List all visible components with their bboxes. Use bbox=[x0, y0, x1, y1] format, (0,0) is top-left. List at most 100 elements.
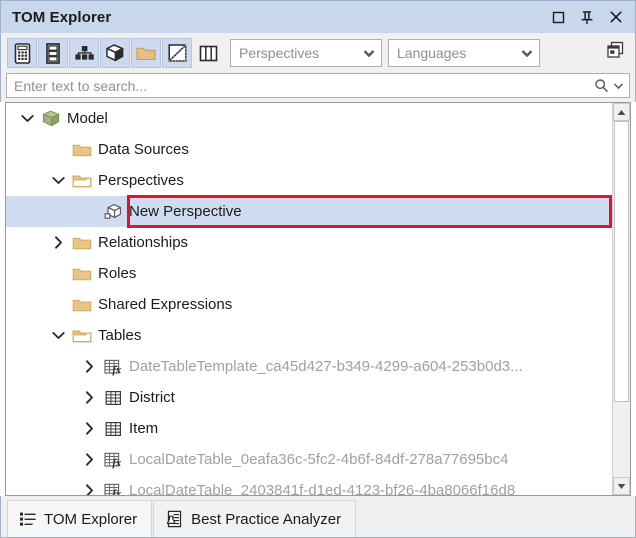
perspectives-button[interactable] bbox=[100, 38, 130, 68]
svg-text:fx: fx bbox=[112, 458, 121, 469]
expand-toggle-collapsed[interactable] bbox=[78, 413, 100, 444]
expand-toggle-collapsed[interactable] bbox=[78, 444, 100, 475]
calc-table-icon: fx bbox=[103, 482, 124, 496]
tree-item[interactable]: Tables bbox=[6, 320, 612, 351]
expand-toggle-collapsed[interactable] bbox=[78, 382, 100, 413]
tree-item[interactable]: fx DateTableTemplate_ca45d427-b349-4299-… bbox=[6, 351, 612, 382]
tree-item-label: Relationships bbox=[95, 234, 188, 251]
collapse-all-button[interactable] bbox=[601, 39, 629, 67]
tree-item[interactable]: Model bbox=[6, 103, 612, 134]
tree-item-icon: fx bbox=[100, 444, 126, 475]
svg-text:fx: fx bbox=[112, 489, 121, 495]
float-button[interactable] bbox=[545, 5, 571, 29]
perspectives-dropdown[interactable]: Perspectives bbox=[230, 39, 382, 67]
list-tree-icon bbox=[19, 511, 37, 527]
folders-button[interactable] bbox=[131, 38, 161, 68]
tree-item[interactable]: fx LocalDateTable_2403841f-d1ed-4123-bf2… bbox=[6, 475, 612, 495]
chevron-down-icon bbox=[21, 114, 34, 123]
scrollbar-track[interactable] bbox=[613, 121, 630, 477]
tab-label: TOM Explorer bbox=[44, 511, 137, 528]
tree-item-label: DateTableTemplate_ca45d427-b349-4299-a60… bbox=[126, 358, 523, 375]
tree-item-icon bbox=[100, 413, 126, 444]
tree-item[interactable]: Perspectives bbox=[6, 165, 612, 196]
scroll-up-button[interactable] bbox=[613, 103, 630, 121]
expand-toggle-expanded[interactable] bbox=[16, 103, 38, 134]
chevron-right-icon bbox=[85, 484, 94, 495]
tree-item-label: Model bbox=[64, 110, 108, 127]
expand-toggle-collapsed[interactable] bbox=[78, 351, 100, 382]
hierarchies-button[interactable] bbox=[69, 38, 99, 68]
tree-item-label: Tables bbox=[95, 327, 141, 344]
hidden-objects-button[interactable] bbox=[162, 38, 192, 68]
tree-item-icon bbox=[100, 196, 126, 227]
tree-panel: Model Data Sources Perspectives New Pers… bbox=[5, 102, 631, 496]
windows-overlap-icon bbox=[606, 41, 625, 65]
expand-toggle-collapsed[interactable] bbox=[47, 227, 69, 258]
folder-closed-icon bbox=[72, 235, 92, 251]
search-box[interactable] bbox=[6, 73, 630, 98]
tree-item[interactable]: District bbox=[6, 382, 612, 413]
scrollbar-thumb[interactable] bbox=[614, 121, 629, 402]
analyzer-icon bbox=[165, 510, 184, 528]
tree-item-label: District bbox=[126, 389, 175, 406]
chevron-right-icon bbox=[85, 422, 94, 435]
columns-icon bbox=[198, 44, 219, 63]
toolbar: Perspectives Languages bbox=[0, 33, 636, 73]
chevron-down-icon bbox=[52, 176, 65, 185]
tree-item[interactable]: Relationships bbox=[6, 227, 612, 258]
expand-toggle-spacer bbox=[47, 258, 69, 289]
table-icon bbox=[104, 420, 123, 438]
scroll-down-button[interactable] bbox=[613, 477, 630, 495]
tree-item[interactable]: fx LocalDateTable_0eafa36c-5fc2-4b6f-84d… bbox=[6, 444, 612, 475]
expand-toggle-expanded[interactable] bbox=[47, 320, 69, 351]
perspective-icon bbox=[103, 202, 124, 222]
table-rows-icon bbox=[44, 43, 62, 64]
tab-icon bbox=[19, 511, 37, 527]
search-icon[interactable] bbox=[591, 78, 611, 93]
search-input[interactable] bbox=[14, 78, 591, 94]
tree-item-icon bbox=[69, 320, 95, 351]
vertical-scrollbar[interactable] bbox=[612, 103, 630, 495]
table-icon bbox=[104, 389, 123, 407]
chevron-right-icon bbox=[85, 391, 94, 404]
tab-tom-explorer[interactable]: TOM Explorer bbox=[7, 500, 152, 537]
tree-item[interactable]: Data Sources bbox=[6, 134, 612, 165]
folder-open-icon bbox=[72, 173, 92, 189]
search-row bbox=[0, 73, 636, 102]
tree-item[interactable]: Shared Expressions bbox=[6, 289, 612, 320]
expand-toggle-expanded[interactable] bbox=[47, 165, 69, 196]
tree-item-icon bbox=[69, 289, 95, 320]
expand-toggle-collapsed[interactable] bbox=[78, 475, 100, 495]
search-options-chevron-down-icon[interactable] bbox=[611, 83, 625, 89]
tree-item-icon bbox=[69, 227, 95, 258]
columns-list-button[interactable] bbox=[38, 38, 68, 68]
tree-item-icon bbox=[69, 134, 95, 165]
tree-item-icon: fx bbox=[100, 475, 126, 495]
bottom-tab-bar: TOM Explorer Best Practice Analyzer bbox=[0, 496, 636, 538]
measures-button[interactable] bbox=[7, 38, 37, 68]
languages-dropdown[interactable]: Languages bbox=[388, 39, 540, 67]
chevron-right-icon bbox=[54, 236, 63, 249]
tree-item-icon bbox=[100, 382, 126, 413]
tree-item-selected[interactable]: New Perspective bbox=[6, 196, 612, 227]
folder-closed-icon bbox=[72, 142, 92, 158]
chevron-right-icon bbox=[85, 453, 94, 466]
tree-item[interactable]: Item bbox=[6, 413, 612, 444]
triangle-down-icon bbox=[617, 483, 626, 490]
svg-text:fx: fx bbox=[112, 365, 121, 376]
object-tree[interactable]: Model Data Sources Perspectives New Pers… bbox=[6, 103, 612, 495]
calc-table-icon: fx bbox=[103, 451, 124, 469]
expand-toggle-spacer bbox=[78, 196, 100, 227]
model-cube-icon bbox=[41, 109, 61, 129]
tab-best-practice-analyzer[interactable]: Best Practice Analyzer bbox=[153, 500, 356, 537]
calculator-icon bbox=[13, 43, 32, 64]
close-button[interactable] bbox=[603, 5, 629, 29]
tree-item[interactable]: Roles bbox=[6, 258, 612, 289]
hierarchy-icon bbox=[74, 44, 95, 63]
tree-item-icon: fx bbox=[100, 351, 126, 382]
columns-button[interactable] bbox=[193, 38, 223, 68]
tree-item-label: Perspectives bbox=[95, 172, 184, 189]
pin-button[interactable] bbox=[574, 5, 600, 29]
expand-toggle-spacer bbox=[47, 134, 69, 165]
title-bar: TOM Explorer bbox=[0, 0, 636, 33]
